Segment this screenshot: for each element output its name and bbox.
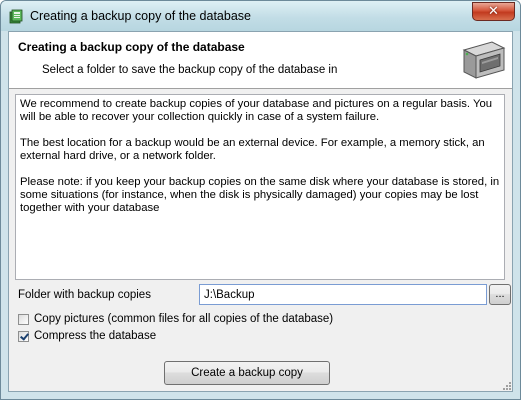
copy-pictures-option[interactable]: Copy pictures (common files for all copi… (18, 313, 333, 325)
copy-pictures-checkbox[interactable] (18, 313, 29, 325)
title-bar[interactable]: Creating a backup copy of the database ✕ (1, 1, 520, 31)
hard-drive-icon (462, 41, 506, 79)
window-title: Creating a backup copy of the database (30, 9, 251, 23)
backup-dialog-window: Creating a backup copy of the database ✕… (0, 0, 521, 400)
header-title: Creating a backup copy of the database (18, 40, 245, 54)
header-subtitle: Select a folder to save the backup copy … (42, 64, 338, 76)
close-icon: ✕ (488, 4, 499, 19)
info-paragraph: The best location for a backup would be … (20, 137, 485, 162)
compress-checkbox[interactable] (18, 330, 29, 342)
close-button[interactable]: ✕ (472, 2, 515, 21)
compress-option[interactable]: Compress the database (18, 330, 156, 342)
app-icon (9, 9, 23, 24)
folder-label: Folder with backup copies (18, 289, 151, 301)
info-paragraph: Please note: if you keep your backup cop… (20, 176, 500, 214)
info-paragraph: We recommend to create backup copies of … (20, 98, 493, 123)
resize-grip-icon[interactable] (501, 380, 511, 390)
create-backup-button[interactable]: Create a backup copy (164, 361, 330, 385)
dialog-header: Creating a backup copy of the database S… (9, 32, 512, 89)
browse-folder-button[interactable]: ... (489, 284, 511, 305)
compress-label: Compress the database (34, 330, 157, 342)
copy-pictures-label: Copy pictures (common files for all copi… (34, 313, 334, 325)
info-text-box[interactable]: We recommend to create backup copies of … (15, 94, 505, 280)
backup-folder-input[interactable] (199, 284, 487, 305)
dialog-body: Creating a backup copy of the database S… (8, 31, 513, 392)
